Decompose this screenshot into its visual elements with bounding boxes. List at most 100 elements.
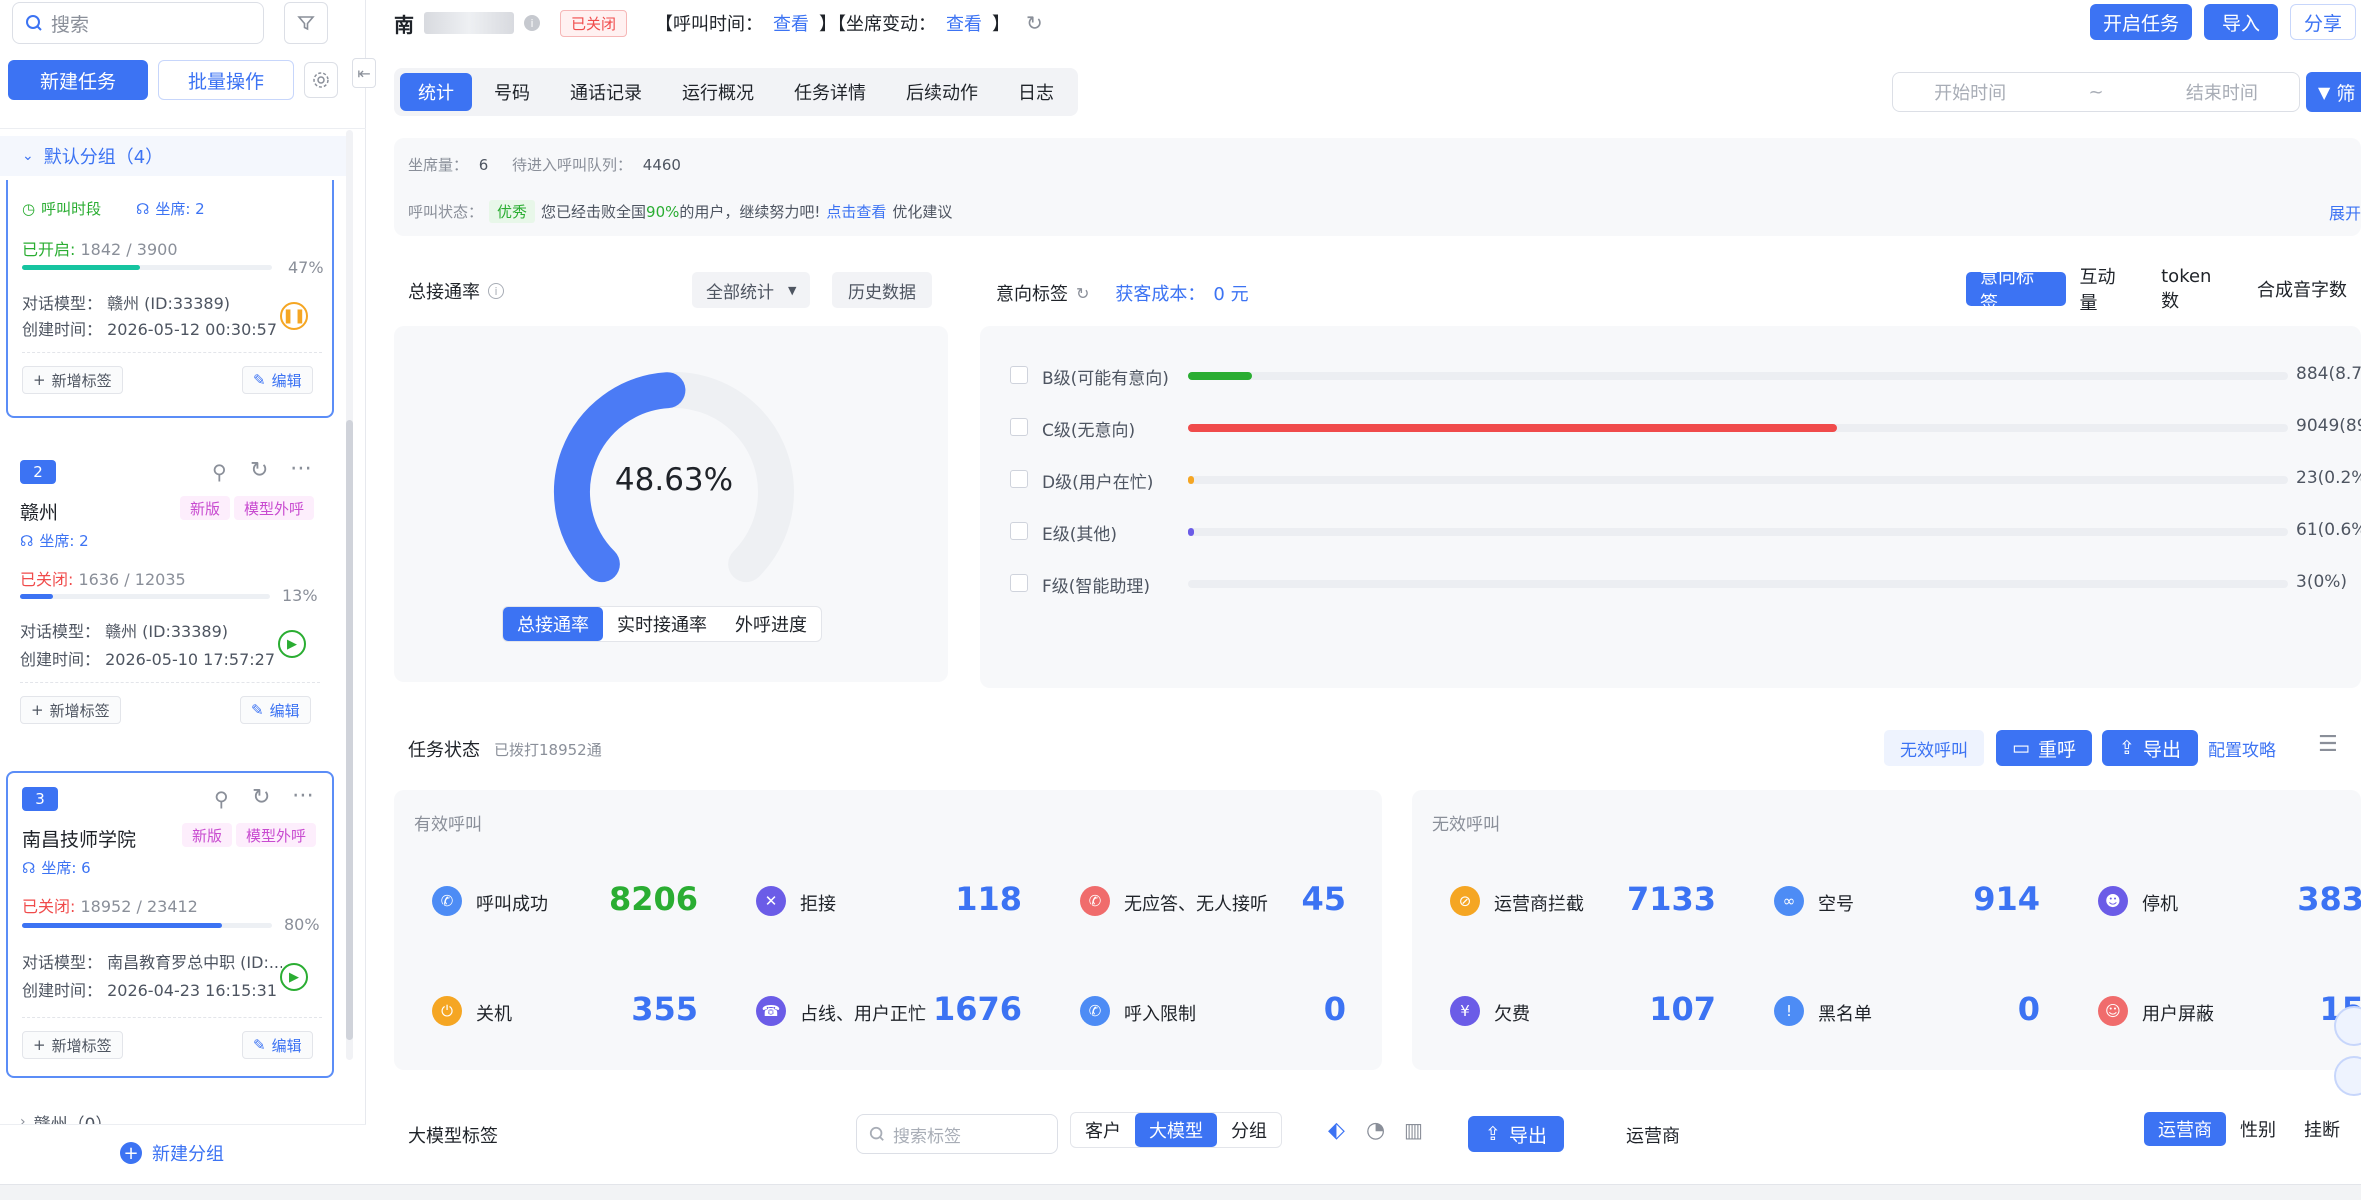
default-group-header[interactable]: ⌄ 默认分组（4） [0,136,352,176]
valid-stat-card[interactable]: ✆ 无应答、无人接听 45 [1058,858,1368,942]
more-icon[interactable]: ⋯ [290,456,312,481]
more-icon[interactable]: ⋯ [292,783,314,808]
settings-button[interactable] [304,62,338,98]
new-group-button[interactable]: + 新建分组 [120,1140,224,1166]
valid-stat-card[interactable]: ☎ 占线、用户正忙 1676 [734,968,1044,1052]
tag-search-input[interactable]: 搜索标签 [856,1114,1058,1154]
seg-call-progress[interactable]: 外呼进度 [721,607,821,641]
view-link[interactable]: 点击查看 [826,201,886,222]
add-tag-button[interactable]: + 新增标签 [20,696,121,724]
invalid-stat-card[interactable]: ∞ 空号 914 [1752,858,2062,942]
refresh-icon[interactable]: ↻ [250,458,268,483]
seg-tts-chars[interactable]: 合成音字数 [2243,272,2361,306]
start-task-button[interactable]: 开启任务 [2090,4,2192,40]
valid-stat-card[interactable]: ✆ 呼叫成功 8206 [410,858,720,942]
tab-task-details[interactable]: 任务详情 [776,73,884,111]
pin-icon[interactable]: ⚲ [212,460,227,484]
refresh-icon[interactable]: ↻ [1076,284,1089,303]
import-button[interactable]: 导入 [2204,4,2278,40]
recall-button[interactable]: ▭ 重呼 [1996,730,2092,766]
refresh-icon[interactable]: ↻ [1026,11,1043,35]
export-tags-button[interactable]: ⇪ 导出 [1468,1116,1564,1152]
play-icon[interactable]: ▶ [280,963,308,991]
collapse-sidebar-icon[interactable]: ⇤ [352,58,376,88]
intent-checkbox[interactable] [1010,366,1028,384]
task-card[interactable]: 2 ⚲ ↻ ⋯ 赣州 新版 模型外呼 ☊ 坐席: 2 已关闭: 1636 / 1… [6,446,334,740]
stat-scope-select[interactable]: 全部统计 ▼ [692,272,811,308]
intent-row[interactable]: D级(用户在忙) 23(0.2% [1010,464,2361,494]
intent-row[interactable]: E级(其他) 61(0.6% [1010,516,2361,546]
stat-label: 拒接 [800,894,836,915]
seg-token-count[interactable]: token数 [2147,266,2243,312]
history-data-button[interactable]: 历史数据 [832,272,932,308]
export-button[interactable]: ⇪ 导出 [2102,730,2198,766]
start-date-input[interactable]: 开始时间 [1934,79,2006,105]
seg-gender[interactable]: 性别 [2226,1112,2290,1146]
floating-help-icon[interactable] [2334,1056,2361,1096]
seg-llm[interactable]: 大模型 [1135,1113,1217,1147]
seg-intent-tags[interactable]: 意向标签 [1966,267,2066,314]
tag-icon[interactable]: ⬖ [1328,1118,1345,1143]
filter-button[interactable]: ▼ 筛 [2306,72,2361,112]
tab-logs[interactable]: 日志 [1000,73,1072,111]
task-card[interactable]: ◷ 呼叫时段 ☊ 坐席: 2 已开启: 1842 / 3900 47% 对话模型… [6,180,334,418]
intent-row[interactable]: B级(可能有意向) 884(8.7 [1010,360,2361,390]
sidebar-search[interactable]: 搜索 [12,2,264,44]
add-tag-button[interactable]: + 新增标签 [22,366,123,394]
pin-icon[interactable]: ⚲ [214,787,229,811]
intent-checkbox[interactable] [1010,574,1028,592]
tab-overview[interactable]: 运行概况 [664,73,772,111]
invalid-stat-card[interactable]: ⊘ 运营商拦截 7133 [1428,858,1738,942]
sidebar-scrollbar[interactable] [346,130,353,1060]
seg-customer[interactable]: 客户 [1071,1113,1135,1147]
seg-hangup[interactable]: 挂断 [2290,1112,2354,1146]
seg-total-rate[interactable]: 总接通率 [503,607,603,641]
tab-statistics[interactable]: 统计 [400,73,472,111]
add-tag-button[interactable]: + 新增标签 [22,1031,123,1059]
bar-chart-icon[interactable]: ▥ [1404,1118,1423,1142]
tab-follow-up[interactable]: 后续动作 [888,73,996,111]
call-time-link[interactable]: 查看 [773,10,809,36]
config-guide-link[interactable]: 配置攻略 [2208,736,2276,761]
pie-chart-icon[interactable]: ◔ [1366,1118,1385,1143]
sort-icon[interactable]: ☰ [2318,732,2338,757]
refresh-icon[interactable]: ↻ [252,785,270,810]
valid-stat-card[interactable]: ✆ 呼入限制 0 [1058,968,1368,1052]
end-date-input[interactable]: 结束时间 [2186,79,2258,105]
pause-icon[interactable]: ❚❚ [280,302,308,330]
task-card[interactable]: 3 ⚲ ↻ ⋯ 南昌技师学院 新版 模型外呼 ☊ 坐席: 6 已关闭: 1895… [6,771,334,1078]
valid-stat-card[interactable]: ✕ 拒接 118 [734,858,1044,942]
invalid-stat-card[interactable]: ☻ 停机 383 [2076,858,2361,942]
invalid-stat-card[interactable]: ¥ 欠费 107 [1428,968,1738,1052]
seat-change-link[interactable]: 查看 [946,10,982,36]
date-range-picker[interactable]: 开始时间 ~ 结束时间 [1892,72,2300,112]
intent-checkbox[interactable] [1010,522,1028,540]
invalid-call-button[interactable]: 无效呼叫 [1884,730,1984,766]
filter-button[interactable] [284,2,328,44]
seg-interaction[interactable]: 互动量 [2066,267,2148,314]
edit-button[interactable]: ✎ 编辑 [240,696,311,724]
valid-stat-card[interactable]: ⏻ 关机 355 [410,968,720,1052]
info-icon[interactable]: i [524,15,540,31]
play-icon[interactable]: ▶ [278,630,306,658]
tab-numbers[interactable]: 号码 [476,73,548,111]
invalid-stat-card[interactable]: ! 黑名单 0 [1752,968,2062,1052]
invalid-stat-card[interactable]: ☺ 用户屏蔽 15 [2076,968,2361,1052]
call-period[interactable]: ◷ 呼叫时段 [22,198,101,219]
edit-button[interactable]: ✎ 编辑 [242,366,313,394]
edit-button[interactable]: ✎ 编辑 [242,1031,313,1059]
new-task-button[interactable]: 新建任务 [8,60,148,100]
intent-checkbox[interactable] [1010,470,1028,488]
seat-info: ☊ 坐席: 6 [22,858,91,878]
intent-row[interactable]: C级(无意向) 9049(89 [1010,412,2361,442]
seg-realtime-rate[interactable]: 实时接通率 [603,607,721,641]
seg-group[interactable]: 分组 [1217,1113,1281,1147]
intent-row[interactable]: F级(智能助理) 3(0%) [1010,568,2361,598]
share-button[interactable]: 分享 [2290,4,2356,40]
seg-carrier[interactable]: 运营商 [2144,1112,2226,1146]
help-icon[interactable]: i [488,283,504,299]
batch-operation-button[interactable]: 批量操作 [158,60,294,100]
expand-link[interactable]: 展开 [2329,200,2361,224]
intent-checkbox[interactable] [1010,418,1028,436]
tab-call-records[interactable]: 通话记录 [552,73,660,111]
